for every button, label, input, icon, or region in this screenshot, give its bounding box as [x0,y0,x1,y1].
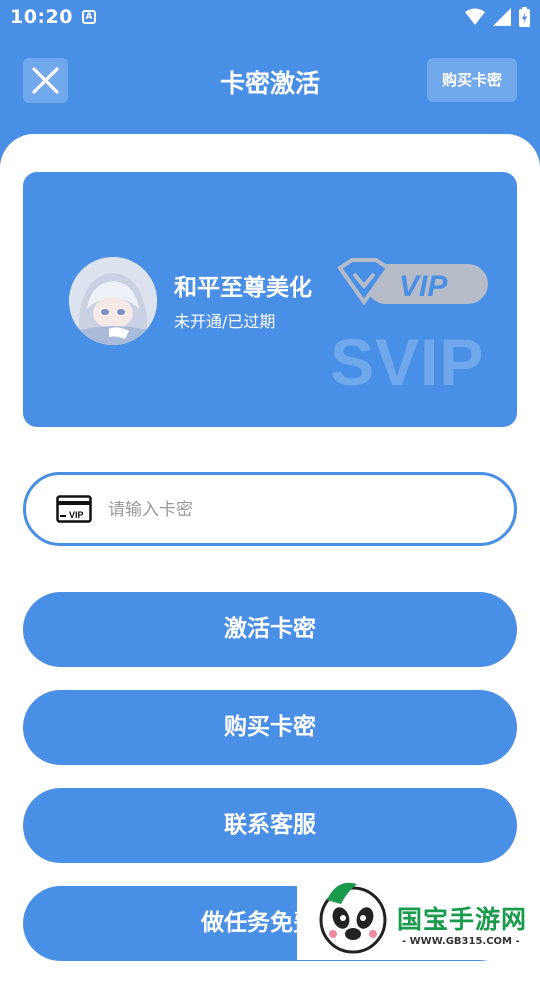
card-key-input[interactable] [106,489,480,531]
svg-text:VIP: VIP [69,510,84,520]
watermark-brand: 国宝手游网 [397,905,528,934]
site-watermark: 国宝手游网 - WWW.GB315.COM - [297,870,540,960]
card-key-field: VIP [23,472,517,546]
wifi-icon [465,8,485,25]
buy-card-button[interactable]: 购买卡密 [23,690,517,765]
vip-badge-text: VIP [399,270,448,303]
avatar [69,257,157,345]
notification-icon: A [82,10,96,24]
contact-support-button[interactable]: 联系客服 [23,788,517,863]
system-icons [465,7,530,27]
vip-badge-icon: VIP [337,258,488,306]
status-time: 10:20 [10,6,73,28]
vip-card: 和平至尊美化 未开通/已过期 VIP SVIP [23,172,517,427]
watermark-url: - WWW.GB315.COM - [402,936,520,947]
svip-watermark: SVIP [330,325,485,399]
main-panel: 和平至尊美化 未开通/已过期 VIP SVIP VIP 激活卡密 购买卡密 联系… [0,134,540,994]
signal-icon [493,8,511,26]
vip-card-icon: VIP [56,495,92,523]
panda-logo-icon [319,882,387,954]
buy-card-top-button[interactable]: 购买卡密 [427,58,517,102]
activate-card-button[interactable]: 激活卡密 [23,592,517,667]
battery-icon [519,7,530,27]
vip-status: 未开通/已过期 [174,312,276,331]
user-name: 和平至尊美化 [174,275,312,301]
status-bar: 10:20 A [0,0,540,36]
